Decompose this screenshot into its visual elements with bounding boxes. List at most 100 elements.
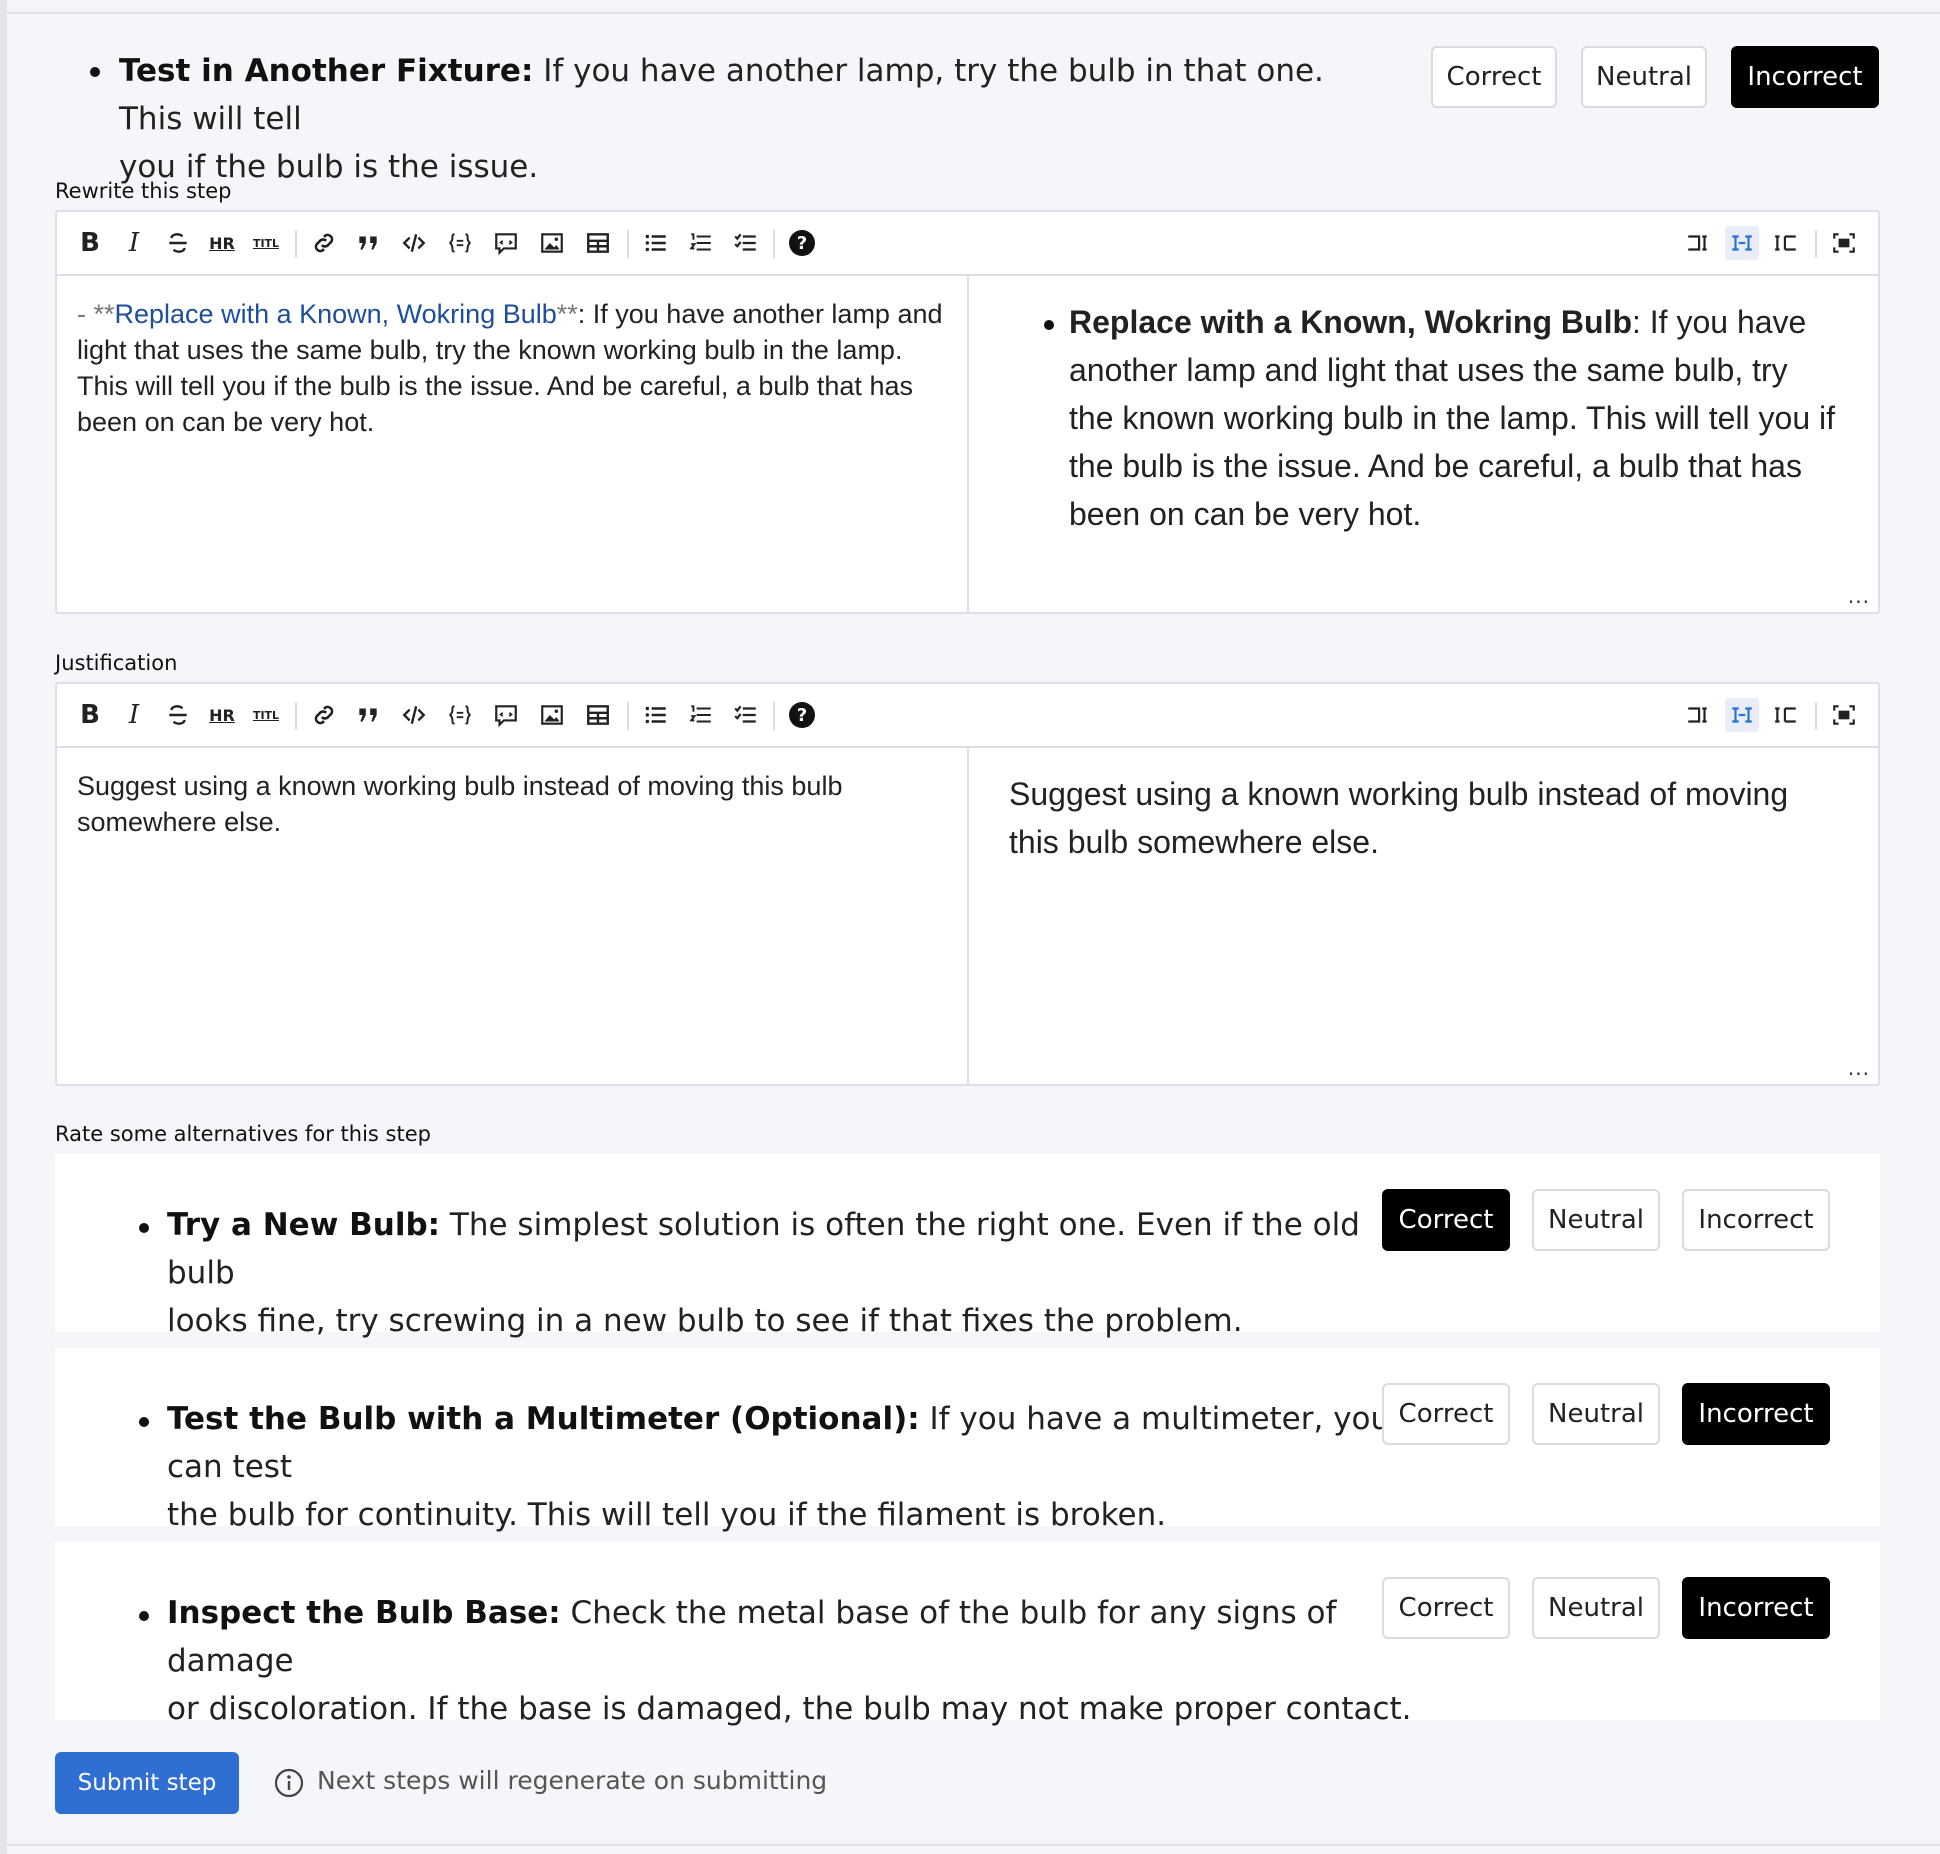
toolbar-separator — [773, 702, 775, 730]
rewrite-editor: B I HR TITL ? - **Replace with a Known, … — [55, 210, 1880, 614]
split-view-icon[interactable] — [1725, 226, 1759, 260]
comment-icon[interactable] — [489, 226, 523, 260]
italic-glyph: I — [128, 228, 140, 258]
unordered-list-icon[interactable] — [639, 698, 673, 732]
current-step-title: Test in Another Fixture: — [119, 53, 534, 89]
bold-glyph: B — [80, 700, 100, 730]
image-icon[interactable] — [535, 698, 569, 732]
rewrite-label: Rewrite this step — [55, 179, 232, 203]
horizontal-rule-icon[interactable]: HR — [205, 698, 239, 732]
toolbar-separator — [1815, 702, 1817, 730]
table-icon[interactable] — [581, 698, 615, 732]
bullet — [139, 1611, 149, 1621]
toolbar-separator — [295, 702, 297, 730]
toolbar-separator — [1815, 230, 1817, 258]
code-icon[interactable] — [397, 226, 431, 260]
alternative-body-2: or discoloration. If the base is damaged… — [167, 1691, 1412, 1727]
toolbar-separator — [295, 230, 297, 258]
bold-glyph: B — [80, 228, 100, 258]
strikethrough-icon[interactable] — [161, 698, 195, 732]
alternative-neutral-button[interactable]: Neutral — [1532, 1577, 1660, 1639]
help-icon[interactable]: ? — [785, 698, 819, 732]
alternative-correct-button[interactable]: Correct — [1382, 1577, 1510, 1639]
alternative-correct-button[interactable]: Correct — [1382, 1189, 1510, 1251]
submit-step-button[interactable]: Submit step — [55, 1752, 239, 1814]
bottom-divider — [7, 1844, 1940, 1846]
justification-label: Justification — [55, 651, 178, 675]
alternative-neutral-button[interactable]: Neutral — [1532, 1383, 1660, 1445]
italic-icon[interactable]: I — [117, 698, 151, 732]
ordered-list-icon[interactable] — [684, 698, 718, 732]
title-icon[interactable]: TITL — [249, 226, 283, 260]
link-icon[interactable] — [307, 698, 341, 732]
toolbar-separator — [773, 230, 775, 258]
hr-glyph: HR — [209, 233, 235, 253]
toolbar-separator — [627, 230, 629, 258]
alternative-title: Test the Bulb with a Multimeter (Optiona… — [167, 1401, 920, 1437]
markdown-prefix: - ** — [77, 299, 115, 329]
alternative-text: Test the Bulb with a Multimeter (Optiona… — [167, 1395, 1417, 1539]
code-icon[interactable] — [397, 698, 431, 732]
fullscreen-icon[interactable] — [1827, 698, 1861, 732]
comment-icon[interactable] — [489, 698, 523, 732]
alternative-body-2: looks fine, try screwing in a new bulb t… — [167, 1303, 1243, 1339]
current-step-incorrect-button[interactable]: Incorrect — [1731, 46, 1879, 108]
title-glyph: TITL — [252, 708, 280, 722]
preview-title: Replace with a Known, Wokring Bulb — [1069, 304, 1632, 340]
alternative-incorrect-button[interactable]: Incorrect — [1682, 1383, 1830, 1445]
rewrite-toolbar: B I HR TITL ? — [57, 212, 1878, 276]
preview-text: Replace with a Known, Wokring Bulb: If y… — [1009, 298, 1838, 538]
resize-handle[interactable]: ... — [1848, 584, 1870, 608]
quote-icon[interactable] — [351, 698, 385, 732]
alternative-text: Try a New Bulb: The simplest solution is… — [167, 1201, 1417, 1345]
split-view-icon[interactable] — [1725, 698, 1759, 732]
current-step-text: Test in Another Fixture: If you have ano… — [119, 47, 1369, 191]
edit-only-icon[interactable] — [1681, 226, 1715, 260]
alternative-card: Inspect the Bulb Base: Check the metal b… — [55, 1542, 1880, 1727]
checklist-icon[interactable] — [729, 698, 763, 732]
regenerate-notice: Next steps will regenerate on submitting — [317, 1766, 828, 1795]
current-step-neutral-button[interactable]: Neutral — [1581, 46, 1707, 108]
unordered-list-icon[interactable] — [639, 226, 673, 260]
bullet — [139, 1417, 149, 1427]
bullet — [139, 1223, 149, 1233]
checklist-icon[interactable] — [729, 226, 763, 260]
ordered-list-icon[interactable] — [684, 226, 718, 260]
quote-icon[interactable] — [351, 226, 385, 260]
alternative-incorrect-button[interactable]: Incorrect — [1682, 1577, 1830, 1639]
preview-only-icon[interactable] — [1769, 226, 1803, 260]
markdown-bold-text: Replace with a Known, Wokring Bulb — [114, 299, 557, 329]
image-icon[interactable] — [535, 226, 569, 260]
italic-icon[interactable]: I — [117, 226, 151, 260]
rewrite-source-pane[interactable]: - **Replace with a Known, Wokring Bulb**… — [57, 276, 969, 612]
justification-preview-pane: Suggest using a known working bulb inste… — [969, 748, 1878, 1084]
alternative-correct-button[interactable]: Correct — [1382, 1383, 1510, 1445]
alternative-incorrect-button[interactable]: Incorrect — [1682, 1189, 1830, 1251]
fullscreen-icon[interactable] — [1827, 226, 1861, 260]
toolbar-separator — [627, 702, 629, 730]
help-glyph: ? — [789, 702, 815, 728]
current-step-correct-button[interactable]: Correct — [1431, 46, 1557, 108]
title-icon[interactable]: TITL — [249, 698, 283, 732]
alternative-neutral-button[interactable]: Neutral — [1532, 1189, 1660, 1251]
hr-glyph: HR — [209, 705, 235, 725]
code-block-icon[interactable] — [443, 226, 477, 260]
preview-only-icon[interactable] — [1769, 698, 1803, 732]
link-icon[interactable] — [307, 226, 341, 260]
help-icon[interactable]: ? — [785, 226, 819, 260]
resize-handle[interactable]: ... — [1848, 1056, 1870, 1080]
title-glyph: TITL — [252, 236, 280, 250]
rewrite-preview-pane: Replace with a Known, Wokring Bulb: If y… — [969, 276, 1878, 612]
edit-only-icon[interactable] — [1681, 698, 1715, 732]
justification-editor: B I HR TITL ? Suggest using a known work… — [55, 682, 1880, 1086]
code-block-icon[interactable] — [443, 698, 477, 732]
bold-icon[interactable]: B — [73, 698, 107, 732]
table-icon[interactable] — [581, 226, 615, 260]
justification-source-pane[interactable]: Suggest using a known working bulb inste… — [57, 748, 969, 1084]
strikethrough-icon[interactable] — [161, 226, 195, 260]
alternative-body-2: the bulb for continuity. This will tell … — [167, 1497, 1167, 1533]
preview-bullet — [1044, 320, 1054, 330]
left-frame-edge — [0, 0, 7, 1854]
horizontal-rule-icon[interactable]: HR — [205, 226, 239, 260]
bold-icon[interactable]: B — [73, 226, 107, 260]
